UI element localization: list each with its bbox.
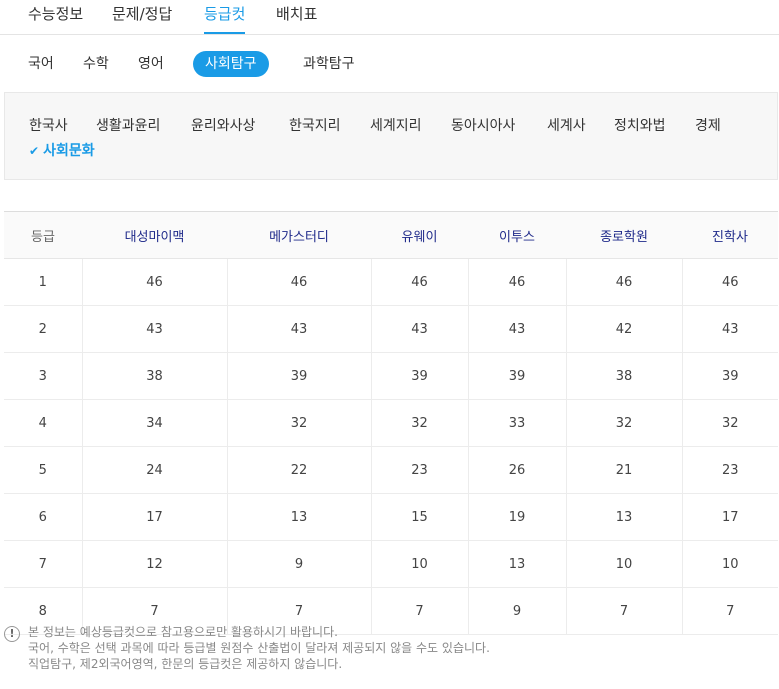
header-etoos: 이투스 (468, 211, 566, 259)
sub-subject-korean-history[interactable]: 한국사 (29, 115, 68, 135)
score-cell: 13 (565, 493, 682, 541)
table-header-row: 등급 대성마이맥 메가스터디 유웨이 이투스 종로학원 진학사 (4, 211, 778, 259)
grade-cell: 5 (4, 446, 82, 494)
header-daesung: 대성마이맥 (82, 211, 227, 259)
header-uway: 유웨이 (371, 211, 468, 259)
sub-subject-east-asian-history[interactable]: 동아시아사 (451, 115, 515, 135)
score-cell: 7 (681, 587, 778, 635)
subject-science[interactable]: 과학탐구 (303, 51, 355, 77)
header-jinhak: 진학사 (682, 211, 778, 259)
score-cell: 46 (467, 258, 566, 306)
subject-english[interactable]: 영어 (138, 51, 164, 77)
score-cell: 17 (681, 493, 778, 541)
score-cell: 22 (226, 446, 371, 494)
tab-suneung-info[interactable]: 수능정보 (28, 4, 83, 33)
score-cell: 12 (81, 540, 227, 588)
score-cell: 23 (370, 446, 468, 494)
subject-korean[interactable]: 국어 (28, 51, 54, 77)
score-cell: 32 (370, 399, 468, 447)
notice-line: 국어, 수학은 선택 과목에 따라 등급별 원점수 산출법이 달라져 제공되지 … (28, 641, 490, 655)
score-cell: 39 (226, 352, 371, 400)
sub-subject-society-culture[interactable]: ✔ 사회문화 (29, 140, 95, 160)
score-cell: 15 (370, 493, 468, 541)
score-cell: 10 (565, 540, 682, 588)
score-cell: 9 (226, 540, 371, 588)
grade-cell: 7 (4, 540, 82, 588)
header-jongro: 종로학원 (566, 211, 682, 259)
table-row: 4 34 32 32 33 32 32 (4, 399, 778, 447)
grade-cut-table: 등급 대성마이맥 메가스터디 유웨이 이투스 종로학원 진학사 1 46 46 … (4, 211, 778, 635)
table-row: 7 12 9 10 13 10 10 (4, 540, 778, 588)
score-cell: 39 (681, 352, 778, 400)
tab-questions-answers[interactable]: 문제/정답 (112, 4, 172, 33)
score-cell: 43 (467, 305, 566, 353)
subject-social-studies[interactable]: 사회탐구 (193, 51, 269, 77)
sub-subject-ethics-thought[interactable]: 윤리와사상 (191, 115, 255, 135)
table-row: 5 24 22 23 26 21 23 (4, 446, 778, 494)
score-cell: 38 (565, 352, 682, 400)
score-cell: 42 (565, 305, 682, 353)
score-cell: 26 (467, 446, 566, 494)
score-cell: 43 (681, 305, 778, 353)
score-cell: 23 (681, 446, 778, 494)
sub-subject-korean-geography[interactable]: 한국지리 (289, 115, 341, 135)
sub-subject-filter: 한국사 생활과윤리 윤리와사상 한국지리 세계지리 동아시아사 세계사 정치와법… (4, 92, 778, 180)
score-cell: 34 (81, 399, 227, 447)
table-row: 6 17 13 15 19 13 17 (4, 493, 778, 541)
tab-placement-chart[interactable]: 배치표 (276, 4, 317, 33)
score-cell: 46 (81, 258, 227, 306)
header-megastudy: 메가스터디 (227, 211, 371, 259)
score-cell: 46 (681, 258, 778, 306)
tab-grade-cut[interactable]: 등급컷 (204, 4, 246, 34)
subject-tab-bar: 국어 수학 영어 사회탐구 과학탐구 (0, 46, 779, 82)
grade-cell: 3 (4, 352, 82, 400)
score-cell: 13 (226, 493, 371, 541)
score-cell: 21 (565, 446, 682, 494)
score-cell: 13 (467, 540, 566, 588)
grade-cell: 2 (4, 305, 82, 353)
sub-subject-world-geography[interactable]: 세계지리 (370, 115, 422, 135)
notice-line: 본 정보는 예상등급컷으로 참고용으로만 활용하시기 바랍니다. (28, 625, 338, 639)
score-cell: 43 (370, 305, 468, 353)
sub-subject-society-culture-label: 사회문화 (43, 143, 95, 159)
score-cell: 46 (565, 258, 682, 306)
score-cell: 33 (467, 399, 566, 447)
table-row: 3 38 39 39 39 38 39 (4, 352, 778, 400)
sub-subject-world-history[interactable]: 세계사 (547, 115, 586, 135)
score-cell: 46 (370, 258, 468, 306)
score-cell: 32 (226, 399, 371, 447)
table-row: 1 46 46 46 46 46 46 (4, 258, 778, 306)
score-cell: 7 (565, 587, 682, 635)
check-icon: ✔ (29, 144, 40, 158)
grade-cell: 1 (4, 258, 82, 306)
score-cell: 43 (226, 305, 371, 353)
score-cell: 32 (681, 399, 778, 447)
sub-subject-politics-law[interactable]: 정치와법 (614, 115, 666, 135)
score-cell: 19 (467, 493, 566, 541)
score-cell: 43 (81, 305, 227, 353)
sub-subject-life-ethics[interactable]: 생활과윤리 (96, 115, 160, 135)
top-tab-bar: 수능정보 문제/정답 등급컷 배치표 (0, 0, 779, 35)
score-cell: 46 (226, 258, 371, 306)
subject-math[interactable]: 수학 (83, 51, 109, 77)
score-cell: 32 (565, 399, 682, 447)
score-cell: 39 (467, 352, 566, 400)
sub-subject-economics[interactable]: 경제 (695, 115, 721, 135)
score-cell: 10 (370, 540, 468, 588)
score-cell: 39 (370, 352, 468, 400)
notice-line: 직업탐구, 제2외국어영역, 한문의 등급컷은 제공하지 않습니다. (28, 657, 343, 671)
score-cell: 10 (681, 540, 778, 588)
grade-cell: 4 (4, 399, 82, 447)
header-grade: 등급 (4, 211, 82, 259)
table-row: 2 43 43 43 43 42 43 (4, 305, 778, 353)
score-cell: 24 (81, 446, 227, 494)
grade-cell: 6 (4, 493, 82, 541)
score-cell: 17 (81, 493, 227, 541)
exclamation-icon: ! (4, 626, 20, 642)
score-cell: 38 (81, 352, 227, 400)
